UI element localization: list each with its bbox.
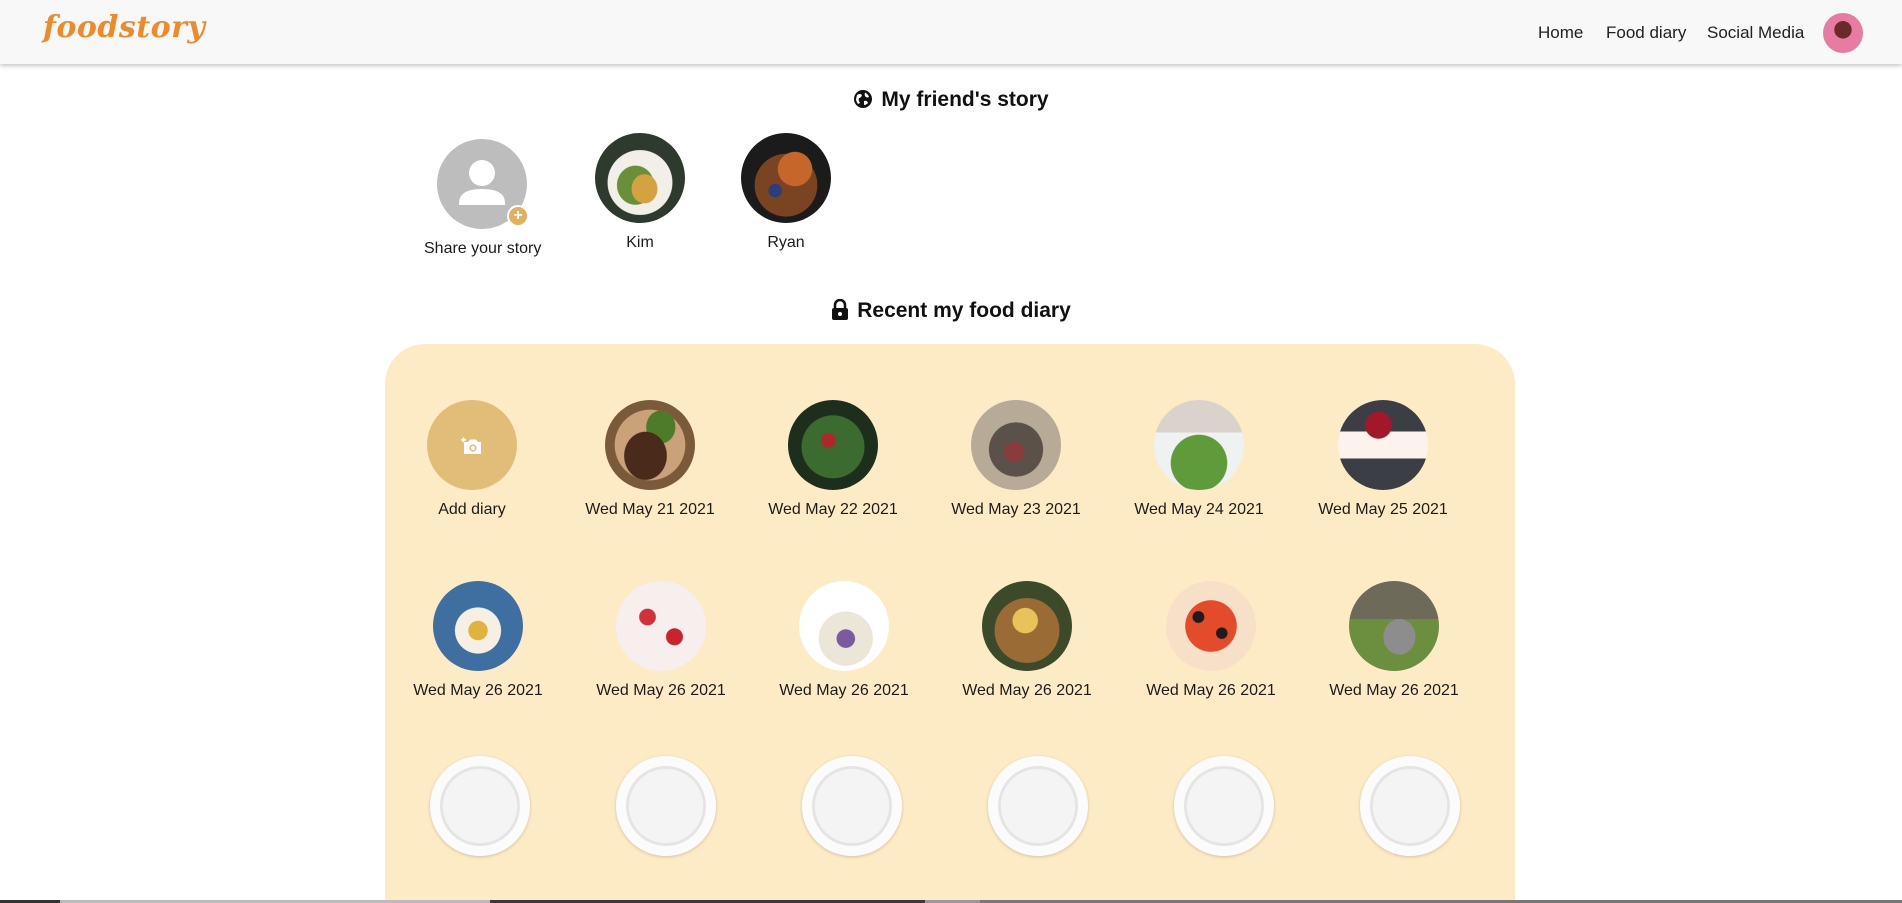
diary-entry-photo[interactable] (616, 581, 706, 671)
diary-entry[interactable]: Wed May 22 2021 (758, 400, 908, 519)
nav-social-media-link[interactable]: Social Media (1707, 23, 1804, 43)
diary-section-title: Recent my food diary (0, 298, 1902, 326)
diary-entry-date: Wed May 26 2021 (1146, 682, 1276, 699)
empty-plate-slot[interactable] (988, 756, 1088, 856)
diary-entry[interactable]: Wed May 24 2021 (1124, 400, 1274, 519)
diary-entry-photo[interactable] (1166, 581, 1256, 671)
navbar: foodstory Home Food diary Social Media (0, 0, 1902, 64)
friends-section-title: My friend's story (0, 88, 1902, 115)
story-kim-photo[interactable] (595, 133, 685, 223)
diary-entry-photo[interactable] (971, 400, 1061, 490)
diary-entry-photo[interactable] (1154, 400, 1244, 490)
diary-entry-photo[interactable] (799, 581, 889, 671)
diary-entry[interactable]: Wed May 25 2021 (1308, 400, 1458, 519)
diary-entry[interactable]: Wed May 23 2021 (941, 400, 1091, 519)
diary-entry-date: Wed May 22 2021 (768, 501, 898, 518)
story-ryan-label: Ryan (767, 234, 805, 251)
story-ryan-photo[interactable] (741, 133, 831, 223)
add-diary-label: Add diary (438, 501, 506, 518)
story-ryan[interactable]: Ryan (741, 133, 831, 252)
add-story-plus-icon[interactable]: + (507, 205, 529, 227)
diary-entry-photo[interactable] (788, 400, 878, 490)
lock-icon (831, 298, 849, 326)
diary-entry-date: Wed May 26 2021 (413, 682, 543, 699)
story-kim[interactable]: Kim (595, 133, 685, 252)
friends-title-text: My friend's story (881, 88, 1049, 111)
diary-entry[interactable]: Wed May 26 2021 (586, 581, 736, 700)
diary-entry-date: Wed May 21 2021 (585, 501, 715, 518)
share-story-button[interactable]: + Share your story (424, 139, 542, 258)
diary-entry-photo[interactable] (1349, 581, 1439, 671)
globe-icon (853, 89, 873, 115)
diary-entry-date: Wed May 26 2021 (1329, 682, 1459, 699)
empty-plate-slot[interactable] (616, 756, 716, 856)
empty-plate-slot[interactable] (802, 756, 902, 856)
nav-food-diary-link[interactable]: Food diary (1606, 23, 1686, 43)
diary-entry-photo[interactable] (1338, 400, 1428, 490)
diary-entry[interactable]: Wed May 26 2021 (1136, 581, 1286, 700)
share-story-avatar[interactable]: + (437, 139, 529, 229)
diary-entry[interactable]: Wed May 21 2021 (575, 400, 725, 519)
diary-entry-date: Wed May 23 2021 (951, 501, 1081, 518)
diary-entry-date: Wed May 25 2021 (1318, 501, 1448, 518)
diary-entry-date: Wed May 26 2021 (962, 682, 1092, 699)
add-diary-button[interactable]: Add diary (397, 400, 547, 519)
story-kim-label: Kim (626, 234, 654, 251)
diary-title-text: Recent my food diary (857, 299, 1071, 322)
nav-home-link[interactable]: Home (1538, 23, 1583, 43)
diary-entry-photo[interactable] (433, 581, 523, 671)
add-diary-circle[interactable] (427, 400, 517, 490)
diary-entry-photo[interactable] (605, 400, 695, 490)
brand-logo[interactable]: foodstory (43, 10, 205, 45)
diary-entry[interactable]: Wed May 26 2021 (1319, 581, 1469, 700)
user-avatar[interactable] (1823, 13, 1863, 53)
diary-entry-date: Wed May 26 2021 (779, 682, 909, 699)
diary-entry-date: Wed May 26 2021 (596, 682, 726, 699)
empty-plate-slot[interactable] (1174, 756, 1274, 856)
diary-entry[interactable]: Wed May 26 2021 (952, 581, 1102, 700)
share-story-label: Share your story (424, 240, 542, 257)
empty-plate-slot[interactable] (430, 756, 530, 856)
empty-plate-slot[interactable] (1360, 756, 1460, 856)
diary-entry[interactable]: Wed May 26 2021 (769, 581, 919, 700)
diary-entry-photo[interactable] (982, 581, 1072, 671)
diary-entry[interactable]: Wed May 26 2021 (403, 581, 553, 700)
diary-entry-date: Wed May 24 2021 (1134, 501, 1264, 518)
add-photo-camera-icon (461, 437, 483, 460)
